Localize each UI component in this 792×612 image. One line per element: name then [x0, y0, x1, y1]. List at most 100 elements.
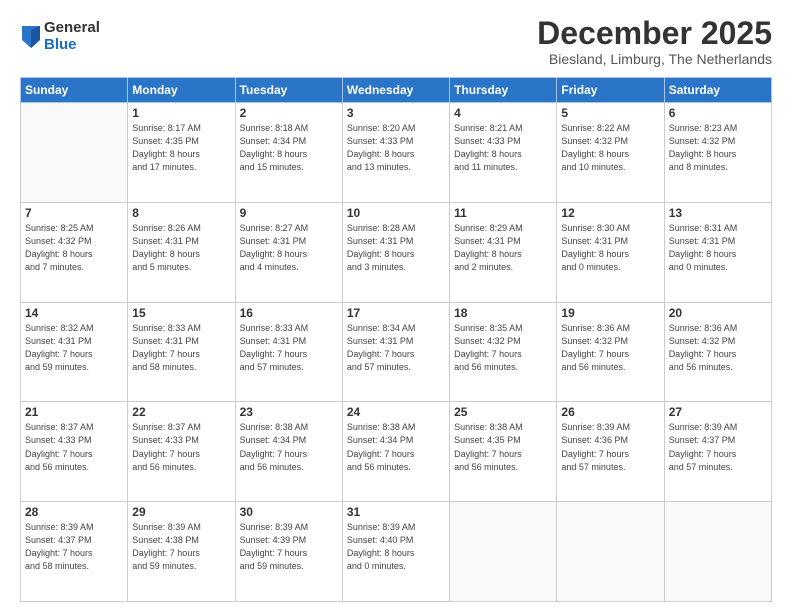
- day-number: 8: [132, 206, 230, 220]
- day-info: Sunrise: 8:28 AM Sunset: 4:31 PM Dayligh…: [347, 222, 445, 274]
- day-info: Sunrise: 8:23 AM Sunset: 4:32 PM Dayligh…: [669, 122, 767, 174]
- calendar-cell: 31Sunrise: 8:39 AM Sunset: 4:40 PM Dayli…: [342, 502, 449, 602]
- calendar-cell: 4 Sunrise: 8:21 AM Sunset: 4:33 PM Daylig…: [450, 103, 557, 203]
- day-number: 4: [454, 106, 552, 120]
- day-info: Sunrise: 8:18 AM Sunset: 4:34 PM Dayligh…: [240, 122, 338, 174]
- day-number: 1: [132, 106, 230, 120]
- calendar-cell: 28 Sunrise: 8:39 AM Sunset: 4:37 PM Dayli…: [21, 502, 128, 602]
- day-info: Sunrise: 8:38 AM Sunset: 4:34 PM Dayligh…: [347, 421, 445, 473]
- calendar-cell: 27 Sunrise: 8:39 AM Sunset: 4:37 PM Dayli…: [664, 402, 771, 502]
- col-header-monday: Monday: [128, 78, 235, 103]
- calendar-cell: 2 Sunrise: 8:18 AM Sunset: 4:34 PM Daylig…: [235, 103, 342, 203]
- calendar-cell: [450, 502, 557, 602]
- calendar-header-row: SundayMondayTuesdayWednesdayThursdayFrid…: [21, 78, 772, 103]
- calendar-cell: 18Sunrise: 8:35 AM Sunset: 4:32 PM Dayli…: [450, 302, 557, 402]
- calendar-cell: [664, 502, 771, 602]
- day-number: 28: [25, 505, 123, 519]
- day-info: Sunrise: 8:20 AM Sunset: 4:33 PM Dayligh…: [347, 122, 445, 174]
- calendar-week-row: 1 Sunrise: 8:17 AM Sunset: 4:35 PM Daylig…: [21, 103, 772, 203]
- day-number: 16: [240, 306, 338, 320]
- day-info: Sunrise: 8:39 AM Sunset: 4:37 PM Dayligh…: [669, 421, 767, 473]
- calendar-cell: 26 Sunrise: 8:39 AM Sunset: 4:36 PM Dayli…: [557, 402, 664, 502]
- calendar-week-row: 28 Sunrise: 8:39 AM Sunset: 4:37 PM Dayli…: [21, 502, 772, 602]
- calendar-cell: 25Sunrise: 8:38 AM Sunset: 4:35 PM Dayli…: [450, 402, 557, 502]
- location: Biesland, Limburg, The Netherlands: [537, 51, 772, 67]
- calendar-table: SundayMondayTuesdayWednesdayThursdayFrid…: [20, 77, 772, 602]
- calendar-cell: 1 Sunrise: 8:17 AM Sunset: 4:35 PM Daylig…: [128, 103, 235, 203]
- calendar-cell: 17Sunrise: 8:34 AM Sunset: 4:31 PM Dayli…: [342, 302, 449, 402]
- day-number: 14: [25, 306, 123, 320]
- calendar-cell: 8 Sunrise: 8:26 AM Sunset: 4:31 PM Daylig…: [128, 202, 235, 302]
- day-number: 26: [561, 405, 659, 419]
- day-info: Sunrise: 8:27 AM Sunset: 4:31 PM Dayligh…: [240, 222, 338, 274]
- calendar-week-row: 14 Sunrise: 8:32 AM Sunset: 4:31 PM Dayli…: [21, 302, 772, 402]
- day-number: 3: [347, 106, 445, 120]
- col-header-tuesday: Tuesday: [235, 78, 342, 103]
- calendar-cell: 3 Sunrise: 8:20 AM Sunset: 4:33 PM Daylig…: [342, 103, 449, 203]
- day-info: Sunrise: 8:37 AM Sunset: 4:33 PM Dayligh…: [25, 421, 123, 473]
- day-number: 6: [669, 106, 767, 120]
- day-number: 22: [132, 405, 230, 419]
- day-info: Sunrise: 8:36 AM Sunset: 4:32 PM Dayligh…: [669, 322, 767, 374]
- day-info: Sunrise: 8:33 AM Sunset: 4:31 PM Dayligh…: [240, 322, 338, 374]
- day-info: Sunrise: 8:33 AM Sunset: 4:31 PM Dayligh…: [132, 322, 230, 374]
- header: General Blue December 2025 Biesland, Lim…: [20, 16, 772, 67]
- calendar-cell: 22 Sunrise: 8:37 AM Sunset: 4:33 PM Dayli…: [128, 402, 235, 502]
- calendar-week-row: 21 Sunrise: 8:37 AM Sunset: 4:33 PM Dayli…: [21, 402, 772, 502]
- day-number: 21: [25, 405, 123, 419]
- day-info: Sunrise: 8:37 AM Sunset: 4:33 PM Dayligh…: [132, 421, 230, 473]
- calendar-cell: 21 Sunrise: 8:37 AM Sunset: 4:33 PM Dayli…: [21, 402, 128, 502]
- calendar-cell: 14 Sunrise: 8:32 AM Sunset: 4:31 PM Dayli…: [21, 302, 128, 402]
- day-number: 23: [240, 405, 338, 419]
- day-info: Sunrise: 8:39 AM Sunset: 4:37 PM Dayligh…: [25, 521, 123, 573]
- day-info: Sunrise: 8:25 AM Sunset: 4:32 PM Dayligh…: [25, 222, 123, 274]
- day-number: 11: [454, 206, 552, 220]
- calendar-cell: 23 Sunrise: 8:38 AM Sunset: 4:34 PM Dayli…: [235, 402, 342, 502]
- page: General Blue December 2025 Biesland, Lim…: [0, 0, 792, 612]
- day-number: 25: [454, 405, 552, 419]
- calendar-cell: 10 Sunrise: 8:28 AM Sunset: 4:31 PM Dayli…: [342, 202, 449, 302]
- title-block: December 2025 Biesland, Limburg, The Net…: [537, 16, 772, 67]
- logo: General Blue: [20, 20, 100, 53]
- day-number: 20: [669, 306, 767, 320]
- calendar-cell: 7Sunrise: 8:25 AM Sunset: 4:32 PM Daylig…: [21, 202, 128, 302]
- day-info: Sunrise: 8:39 AM Sunset: 4:39 PM Dayligh…: [240, 521, 338, 573]
- logo-general: General: [44, 20, 100, 37]
- col-header-saturday: Saturday: [664, 78, 771, 103]
- day-info: Sunrise: 8:17 AM Sunset: 4:35 PM Dayligh…: [132, 122, 230, 174]
- day-number: 12: [561, 206, 659, 220]
- day-number: 10: [347, 206, 445, 220]
- day-number: 15: [132, 306, 230, 320]
- col-header-thursday: Thursday: [450, 78, 557, 103]
- calendar-cell: 13Sunrise: 8:31 AM Sunset: 4:31 PM Dayli…: [664, 202, 771, 302]
- day-info: Sunrise: 8:30 AM Sunset: 4:31 PM Dayligh…: [561, 222, 659, 274]
- calendar-cell: 5 Sunrise: 8:22 AM Sunset: 4:32 PM Daylig…: [557, 103, 664, 203]
- calendar-cell: [21, 103, 128, 203]
- calendar-cell: 24 Sunrise: 8:38 AM Sunset: 4:34 PM Dayli…: [342, 402, 449, 502]
- logo-blue: Blue: [44, 37, 100, 54]
- calendar-cell: 16 Sunrise: 8:33 AM Sunset: 4:31 PM Dayli…: [235, 302, 342, 402]
- calendar-cell: [557, 502, 664, 602]
- day-info: Sunrise: 8:38 AM Sunset: 4:34 PM Dayligh…: [240, 421, 338, 473]
- day-info: Sunrise: 8:21 AM Sunset: 4:33 PM Dayligh…: [454, 122, 552, 174]
- day-number: 5: [561, 106, 659, 120]
- calendar-cell: 30Sunrise: 8:39 AM Sunset: 4:39 PM Dayli…: [235, 502, 342, 602]
- day-info: Sunrise: 8:39 AM Sunset: 4:36 PM Dayligh…: [561, 421, 659, 473]
- day-number: 24: [347, 405, 445, 419]
- calendar-cell: 19 Sunrise: 8:36 AM Sunset: 4:32 PM Dayli…: [557, 302, 664, 402]
- calendar-cell: 11 Sunrise: 8:29 AM Sunset: 4:31 PM Dayli…: [450, 202, 557, 302]
- day-info: Sunrise: 8:35 AM Sunset: 4:32 PM Dayligh…: [454, 322, 552, 374]
- day-info: Sunrise: 8:32 AM Sunset: 4:31 PM Dayligh…: [25, 322, 123, 374]
- logo-icon: [22, 26, 40, 48]
- calendar-cell: 12 Sunrise: 8:30 AM Sunset: 4:31 PM Dayli…: [557, 202, 664, 302]
- day-number: 19: [561, 306, 659, 320]
- day-info: Sunrise: 8:36 AM Sunset: 4:32 PM Dayligh…: [561, 322, 659, 374]
- day-info: Sunrise: 8:22 AM Sunset: 4:32 PM Dayligh…: [561, 122, 659, 174]
- calendar-cell: 29Sunrise: 8:39 AM Sunset: 4:38 PM Dayli…: [128, 502, 235, 602]
- day-number: 9: [240, 206, 338, 220]
- day-info: Sunrise: 8:26 AM Sunset: 4:31 PM Dayligh…: [132, 222, 230, 274]
- day-info: Sunrise: 8:29 AM Sunset: 4:31 PM Dayligh…: [454, 222, 552, 274]
- day-number: 2: [240, 106, 338, 120]
- logo-text: General Blue: [44, 20, 100, 53]
- day-number: 27: [669, 405, 767, 419]
